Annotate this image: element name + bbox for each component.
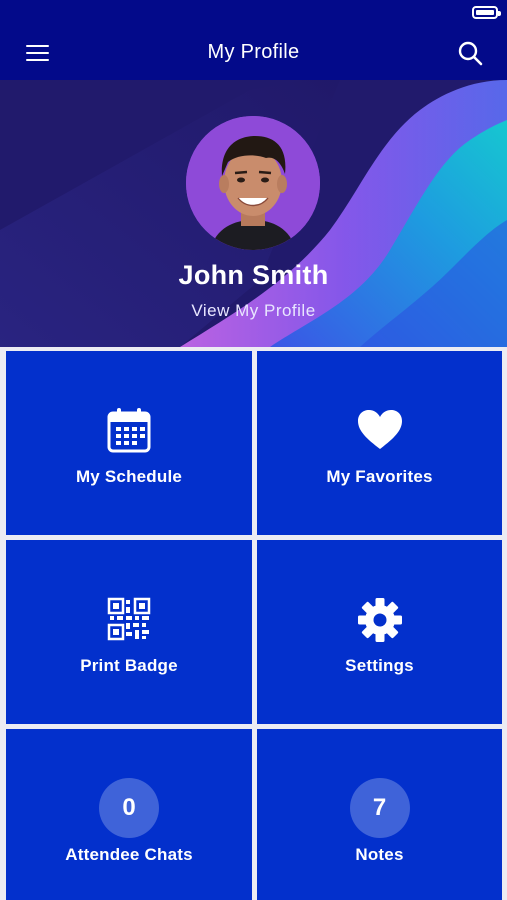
- tile-label: My Schedule: [75, 467, 183, 486]
- print-badge-tile[interactable]: Print Badge: [6, 540, 252, 724]
- tile-label: Settings: [345, 656, 414, 675]
- avatar[interactable]: [186, 116, 320, 250]
- my-favorites-tile[interactable]: My Favorites: [257, 351, 502, 535]
- view-profile-link[interactable]: View My Profile: [0, 301, 507, 321]
- battery-icon: [472, 6, 501, 19]
- notes-tile[interactable]: 7 Notes: [257, 729, 502, 900]
- qr-code-icon: [107, 597, 151, 646]
- tile-label: Notes: [355, 845, 404, 864]
- chat-count-badge: 0: [99, 778, 159, 838]
- gear-icon: [357, 597, 403, 648]
- tile-label: My Favorites: [326, 467, 433, 486]
- nav-bar: My Profile: [0, 26, 507, 80]
- search-icon[interactable]: [455, 38, 485, 68]
- notes-count-badge: 7: [349, 778, 410, 838]
- profile-header: John Smith View My Profile: [0, 80, 507, 347]
- tile-label: Attendee Chats: [65, 845, 193, 864]
- attendee-chats-tile[interactable]: 0 Attendee Chats: [6, 729, 252, 900]
- calendar-icon: [107, 407, 151, 458]
- page-title: My Profile: [207, 41, 300, 63]
- profile-name: John Smith: [178, 260, 329, 290]
- my-schedule-tile[interactable]: My Schedule: [6, 351, 252, 535]
- status-bar: [0, 0, 507, 26]
- settings-tile[interactable]: Settings: [257, 540, 502, 724]
- tile-label: Print Badge: [80, 656, 178, 675]
- heart-icon: [357, 409, 403, 456]
